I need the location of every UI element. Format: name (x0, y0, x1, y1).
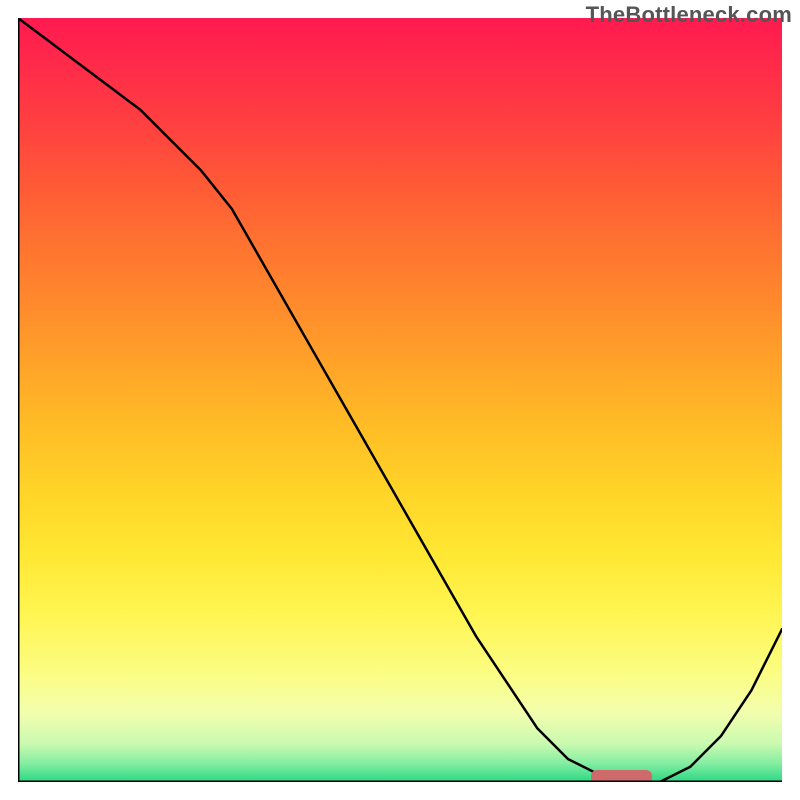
gradient-rect (18, 18, 782, 782)
watermark-text: TheBottleneck.com (586, 2, 792, 28)
plot-area (18, 18, 782, 782)
chart-svg (18, 18, 782, 782)
chart-container: TheBottleneck.com (0, 0, 800, 800)
optimal-marker (591, 770, 652, 782)
